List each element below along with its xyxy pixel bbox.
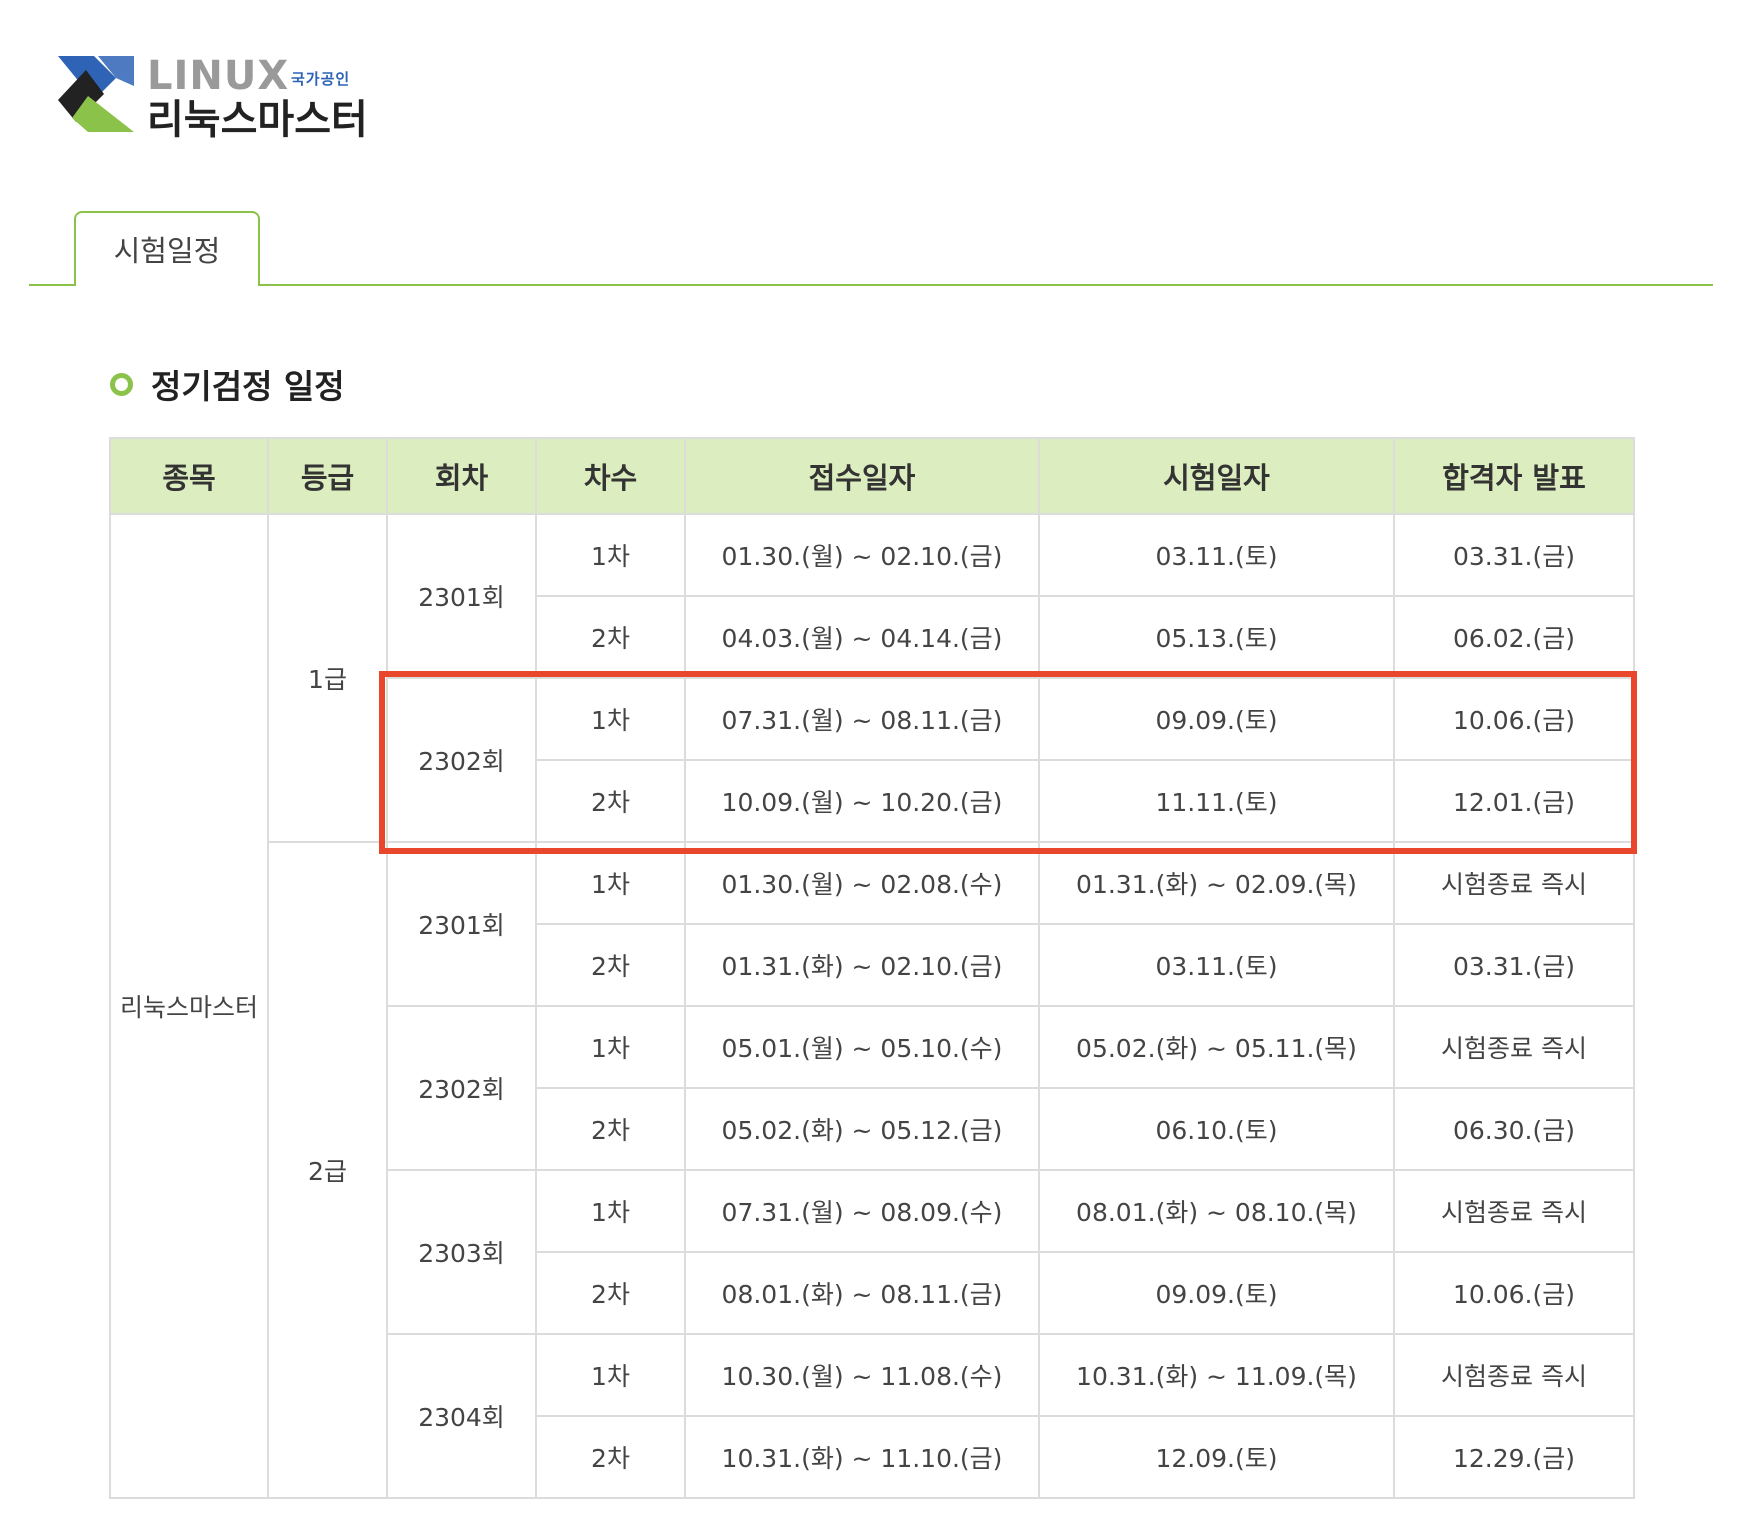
exam-date-cell: 03.11.(토) (1038, 923, 1395, 1007)
apply-date-cell: 01.30.(월) ~ 02.10.(금) (684, 513, 1040, 597)
apply-date-cell: 05.01.(월) ~ 05.10.(수) (684, 1005, 1040, 1089)
circle-bullet-icon (110, 372, 133, 396)
section-title: 정기검정 일정 (151, 367, 345, 406)
exam-date-cell: 05.02.(화) ~ 05.11.(목) (1038, 1005, 1395, 1089)
result-date-cell: 03.31.(금) (1393, 513, 1635, 597)
result-date-cell: 시험종료 즉시 (1393, 1005, 1635, 1089)
section-heading: 정기검정 일정 (110, 360, 345, 408)
session-cell: 2302회 (386, 677, 537, 843)
result-date-cell: 10.06.(금) (1393, 1251, 1635, 1335)
apply-date-cell: 04.03.(월) ~ 04.14.(금) (684, 595, 1040, 679)
round-cell: 1차 (535, 1333, 686, 1417)
apply-date-cell: 10.31.(화) ~ 11.10.(금) (684, 1415, 1040, 1499)
header-round: 차수 (535, 437, 686, 515)
exam-schedule-table: 종목 등급 회차 차수 접수일자 시험일자 합격자 발표 리눅스마스터 1급 2… (109, 437, 1635, 1499)
logo[interactable]: LINUX 국가공인 리눅스마스터 (58, 53, 378, 142)
round-cell: 1차 (535, 1169, 686, 1253)
apply-date-cell: 05.02.(화) ~ 05.12.(금) (684, 1087, 1040, 1171)
logo-badge: 국가공인 (291, 70, 351, 88)
result-date-cell: 03.31.(금) (1393, 923, 1635, 1007)
logo-mark-icon (58, 56, 134, 132)
tab-divider (29, 284, 1713, 286)
apply-date-cell: 08.01.(화) ~ 08.11.(금) (684, 1251, 1040, 1335)
exam-date-cell: 06.10.(토) (1038, 1087, 1395, 1171)
result-date-cell: 시험종료 즉시 (1393, 1333, 1635, 1417)
logo-name: 리눅스마스터 (147, 97, 368, 143)
apply-date-cell: 07.31.(월) ~ 08.09.(수) (684, 1169, 1040, 1253)
apply-date-cell: 01.30.(월) ~ 02.08.(수) (684, 841, 1040, 925)
header-session: 회차 (386, 437, 537, 515)
round-cell: 2차 (535, 595, 686, 679)
exam-date-cell: 09.09.(토) (1038, 1251, 1395, 1335)
result-date-cell: 10.06.(금) (1393, 677, 1635, 761)
round-cell: 1차 (535, 513, 686, 597)
round-cell: 1차 (535, 677, 686, 761)
result-date-cell: 시험종료 즉시 (1393, 841, 1635, 925)
apply-date-cell: 07.31.(월) ~ 08.11.(금) (684, 677, 1040, 761)
exam-date-cell: 08.01.(화) ~ 08.10.(목) (1038, 1169, 1395, 1253)
grade-cell: 2급 (267, 841, 388, 1499)
tab-exam-schedule[interactable]: 시험일정 (74, 211, 260, 287)
session-cell: 2301회 (386, 513, 537, 679)
round-cell: 2차 (535, 1415, 686, 1499)
exam-date-cell: 03.11.(토) (1038, 513, 1395, 597)
result-date-cell: 시험종료 즉시 (1393, 1169, 1635, 1253)
header-grade: 등급 (267, 437, 388, 515)
exam-date-cell: 09.09.(토) (1038, 677, 1395, 761)
exam-date-cell: 11.11.(토) (1038, 759, 1395, 843)
exam-date-cell: 05.13.(토) (1038, 595, 1395, 679)
round-cell: 2차 (535, 923, 686, 1007)
exam-date-cell: 12.09.(토) (1038, 1415, 1395, 1499)
round-cell: 2차 (535, 1087, 686, 1171)
result-date-cell: 06.30.(금) (1393, 1087, 1635, 1171)
subject-cell: 리눅스마스터 (109, 513, 269, 1499)
round-cell: 2차 (535, 1251, 686, 1335)
apply-date-cell: 10.30.(월) ~ 11.08.(수) (684, 1333, 1040, 1417)
grade-cell: 1급 (267, 513, 388, 843)
table-row: 리눅스마스터 1급 2301회 1차 01.30.(월) ~ 02.10.(금)… (109, 513, 1635, 1499)
header-exam-date: 시험일자 (1038, 437, 1395, 515)
exam-date-cell: 01.31.(화) ~ 02.09.(목) (1038, 841, 1395, 925)
header-subject: 종목 (109, 437, 269, 515)
table-header-row: 종목 등급 회차 차수 접수일자 시험일자 합격자 발표 (109, 437, 1635, 515)
apply-date-cell: 01.31.(화) ~ 02.10.(금) (684, 923, 1040, 1007)
session-cell: 2301회 (386, 841, 537, 1007)
result-date-cell: 06.02.(금) (1393, 595, 1635, 679)
round-cell: 2차 (535, 759, 686, 843)
result-date-cell: 12.01.(금) (1393, 759, 1635, 843)
header-result-date: 합격자 발표 (1393, 437, 1635, 515)
result-date-cell: 12.29.(금) (1393, 1415, 1635, 1499)
round-cell: 1차 (535, 841, 686, 925)
logo-wordmark: LINUX (147, 53, 290, 99)
table-row: 2급 2301회 1차 01.30.(월) ~ 02.08.(수) 01.31.… (110, 841, 1635, 1499)
session-cell: 2302회 (386, 1005, 537, 1171)
session-cell: 2303회 (386, 1169, 537, 1335)
header-apply-date: 접수일자 (684, 437, 1040, 515)
apply-date-cell: 10.09.(월) ~ 10.20.(금) (684, 759, 1040, 843)
session-cell: 2304회 (386, 1333, 537, 1499)
round-cell: 1차 (535, 1005, 686, 1089)
exam-date-cell: 10.31.(화) ~ 11.09.(목) (1038, 1333, 1395, 1417)
